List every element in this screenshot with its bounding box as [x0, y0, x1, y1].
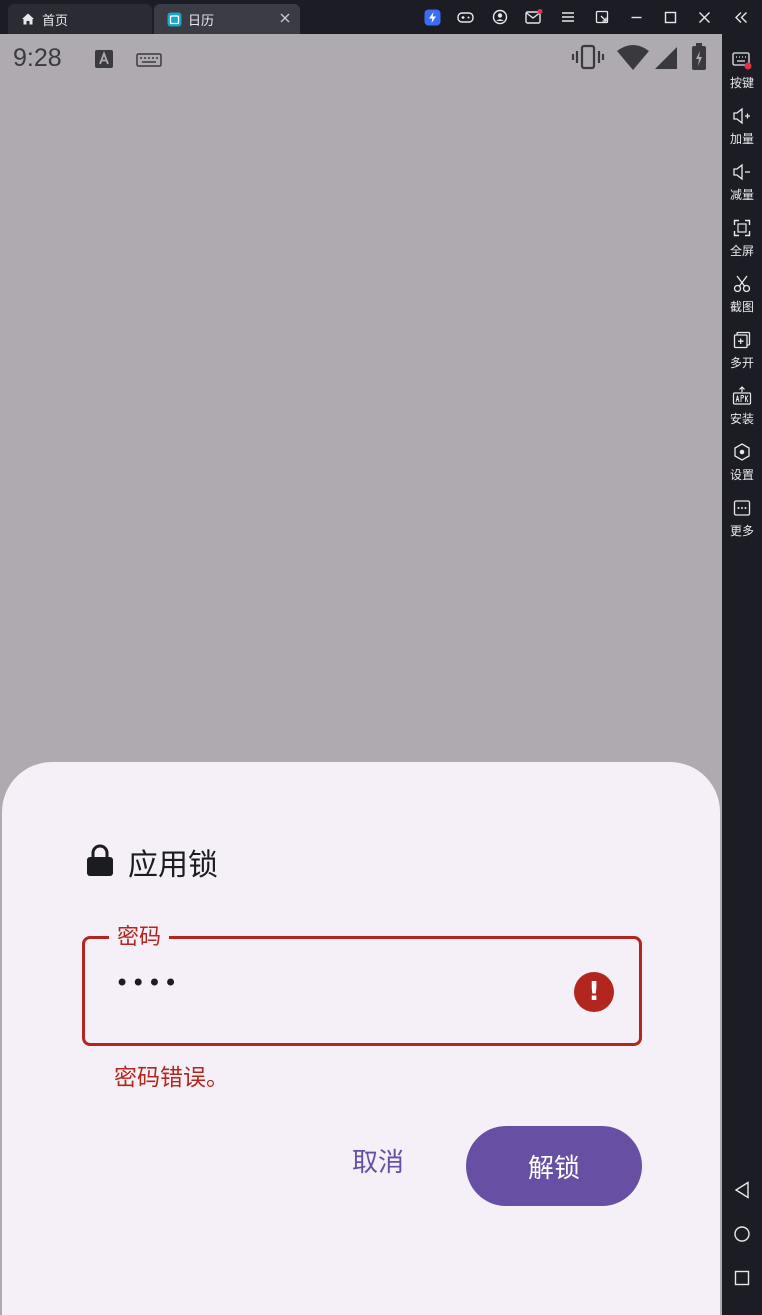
keyboard-status-icon: [136, 52, 162, 71]
sidebar-item-more[interactable]: 更多: [722, 496, 762, 546]
account-icon[interactable]: [491, 8, 509, 26]
fullscreen-icon: [732, 218, 752, 238]
sidebar-label-multi: 多开: [729, 356, 754, 370]
collapse-sidebar-icon[interactable]: [732, 8, 750, 26]
sidebar-item-volume-down[interactable]: 减量: [722, 160, 762, 210]
sidebar-item-settings[interactable]: 设置: [722, 440, 762, 490]
more-icon: [732, 498, 752, 518]
home-icon: [20, 11, 36, 27]
calendar-app-icon: [166, 11, 182, 27]
battery-icon: [691, 43, 707, 75]
signal-icon: [654, 46, 678, 74]
recents-nav-icon[interactable]: [732, 1268, 752, 1288]
gamepad-icon[interactable]: [456, 8, 474, 26]
title-bar: 首页 日历: [0, 0, 762, 34]
sidebar-label-keys: 按键: [729, 76, 754, 90]
sidebar-label-screenshot: 截图: [729, 300, 754, 314]
sidebar-label-settings: 设置: [729, 468, 754, 482]
sidebar-item-install[interactable]: 安装: [722, 384, 762, 434]
volume-down-icon: [732, 162, 752, 182]
font-a-icon: [94, 49, 114, 73]
mail-icon[interactable]: [525, 8, 543, 26]
sidebar-item-volume-up[interactable]: 加量: [722, 104, 762, 154]
vibrate-icon: [571, 44, 605, 74]
minimize-icon[interactable]: [627, 8, 645, 26]
password-label: 密码: [109, 919, 170, 951]
maximize-icon[interactable]: [661, 8, 679, 26]
sidebar-item-keys[interactable]: 按键: [722, 48, 762, 98]
scissors-icon: [732, 274, 752, 294]
boost-icon[interactable]: [423, 8, 441, 26]
apk-install-icon: [732, 386, 752, 406]
wifi-icon: [616, 45, 650, 75]
multi-instance-icon: [732, 330, 752, 350]
volume-up-icon: [732, 106, 752, 126]
back-nav-icon[interactable]: [732, 1180, 752, 1200]
sidebar-item-multi[interactable]: 多开: [722, 328, 762, 378]
password-value: ••••: [115, 969, 180, 997]
close-tab-icon[interactable]: [278, 11, 292, 25]
tab-home[interactable]: 首页: [8, 4, 152, 34]
password-error-text: 密码错误。: [114, 1064, 229, 1090]
tab-home-label: 首页: [42, 13, 69, 29]
menu-icon[interactable]: [559, 8, 577, 26]
sidebar-label-more: 更多: [729, 524, 754, 538]
home-nav-icon[interactable]: [732, 1224, 752, 1244]
emulator-sidebar: 按键 加量 减量 全屏 截图 多开 安装 设置 更多: [722, 34, 762, 1315]
unlock-button[interactable]: 解锁: [466, 1126, 642, 1206]
error-icon: !: [574, 972, 614, 1012]
sidebar-label-fullscreen: 全屏: [729, 244, 754, 258]
sidebar-item-screenshot[interactable]: 截图: [722, 272, 762, 322]
sheet-header: 应用锁: [86, 842, 218, 882]
sidebar-item-fullscreen[interactable]: 全屏: [722, 216, 762, 266]
lock-icon: [86, 844, 114, 880]
settings-icon: [732, 442, 752, 462]
sidebar-label-install: 安装: [729, 412, 754, 426]
close-window-icon[interactable]: [695, 8, 713, 26]
keyboard-icon: [732, 50, 752, 70]
sidebar-label-volume-down: 减量: [729, 188, 754, 202]
emulator-window: 首页 日历 9:28 应用锁 密码 •••• ! 密码错误。 取消 解锁 按键 …: [0, 0, 762, 1315]
cancel-button[interactable]: 取消: [328, 1120, 428, 1200]
restore-window-icon[interactable]: [593, 8, 611, 26]
app-lock-sheet: 应用锁 密码 •••• ! 密码错误。 取消 解锁: [2, 762, 720, 1315]
android-screen: 9:28 应用锁 密码 •••• ! 密码错误。 取消 解锁: [0, 34, 722, 1315]
tab-calendar-label: 日历: [188, 13, 215, 29]
status-bar: 9:28: [0, 34, 722, 82]
status-time: 9:28: [13, 44, 62, 72]
sheet-title: 应用锁: [128, 849, 218, 882]
password-field[interactable]: 密码 •••• !: [82, 919, 642, 1046]
sidebar-label-volume-up: 加量: [729, 132, 754, 146]
tab-calendar[interactable]: 日历: [154, 4, 300, 34]
